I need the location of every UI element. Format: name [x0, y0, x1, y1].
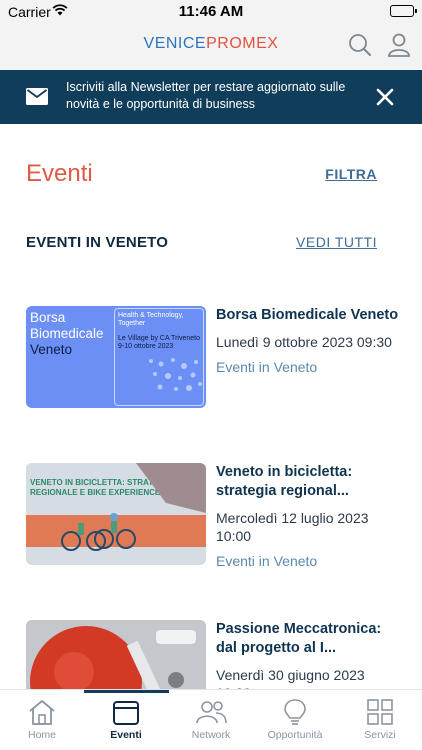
dots-decoration — [149, 358, 202, 391]
tab-label: Opportunità — [267, 729, 323, 741]
event-thumbnail: VENETO IN BICICLETTA: STRATEGIA REGIONAL… — [26, 463, 206, 565]
thumb-text: Biomedicale — [30, 326, 104, 341]
filter-button[interactable]: FILTRA — [325, 166, 377, 182]
event-title: Veneto in bicicletta: strategia regional… — [216, 464, 353, 499]
tab-label: Network — [191, 729, 231, 741]
tab-servizi[interactable]: Servizi — [338, 696, 422, 746]
status-bar: Carrier 11:46 AM — [0, 0, 422, 24]
newsletter-banner[interactable]: Iscriviti alla Newsletter per restare ag… — [0, 70, 422, 124]
event-title: Passione Meccatronica: dal progetto al I… — [216, 621, 382, 656]
user-icon[interactable] — [386, 32, 412, 58]
calendar-icon — [113, 701, 139, 725]
tab-indicator — [84, 690, 169, 693]
page-title: Eventi — [26, 160, 93, 187]
tab-label: Home — [27, 729, 56, 741]
logo-part-venice: VENICE — [143, 35, 207, 52]
tab-network[interactable]: Network — [169, 696, 253, 746]
people-icon — [196, 701, 227, 724]
tab-label: Eventi — [110, 729, 142, 741]
cyclists-illustration — [61, 463, 206, 551]
thumb-text: Veneto — [30, 342, 73, 357]
tab-home[interactable]: Home — [0, 696, 84, 746]
event-date: Lunedì 9 ottobre 2023 09:30 — [216, 334, 392, 350]
event-card[interactable]: Borsa Biomedicale Veneto Health & Techno… — [26, 306, 398, 416]
section-title: EVENTI IN VENETO — [26, 234, 169, 251]
thumb-text: Le Village by CA Triveneto 9-10 ottobre … — [118, 335, 200, 350]
home-icon — [29, 700, 55, 725]
app-header: VENICEPROMEX — [0, 24, 422, 70]
see-all-link[interactable]: VEDI TUTTI — [296, 234, 377, 250]
close-icon[interactable] — [375, 87, 395, 107]
event-category[interactable]: Eventi in Veneto — [216, 553, 401, 569]
thumb-text: Borsa — [30, 310, 66, 325]
newsletter-text: Iscriviti alla Newsletter per restare ag… — [66, 80, 346, 111]
event-category[interactable]: Eventi in Veneto — [216, 359, 401, 375]
grid-icon — [367, 699, 393, 725]
mail-icon — [26, 88, 48, 110]
event-thumbnail: Borsa Biomedicale Veneto Health & Techno… — [26, 306, 206, 408]
tab-bar: Home Eventi Network Opportunità Servizi — [0, 689, 422, 750]
battery-icon — [390, 5, 417, 17]
event-title: Borsa Biomedicale Veneto — [216, 307, 399, 323]
tab-eventi[interactable]: Eventi — [84, 696, 168, 746]
clock: 11:46 AM — [178, 3, 244, 20]
lightbulb-icon — [284, 699, 306, 725]
event-date: Mercoledì 12 luglio 2023 10:00 — [216, 510, 369, 544]
thumb-text: Health & Technology, Together — [118, 312, 184, 327]
search-icon[interactable] — [347, 32, 373, 58]
event-card[interactable]: VENETO IN BICICLETTA: STRATEGIA REGIONAL… — [26, 463, 398, 573]
tab-opportunita[interactable]: Opportunità — [253, 696, 337, 746]
tab-label: Servizi — [364, 729, 396, 741]
logo-part-promex: PROMEX — [206, 35, 279, 52]
